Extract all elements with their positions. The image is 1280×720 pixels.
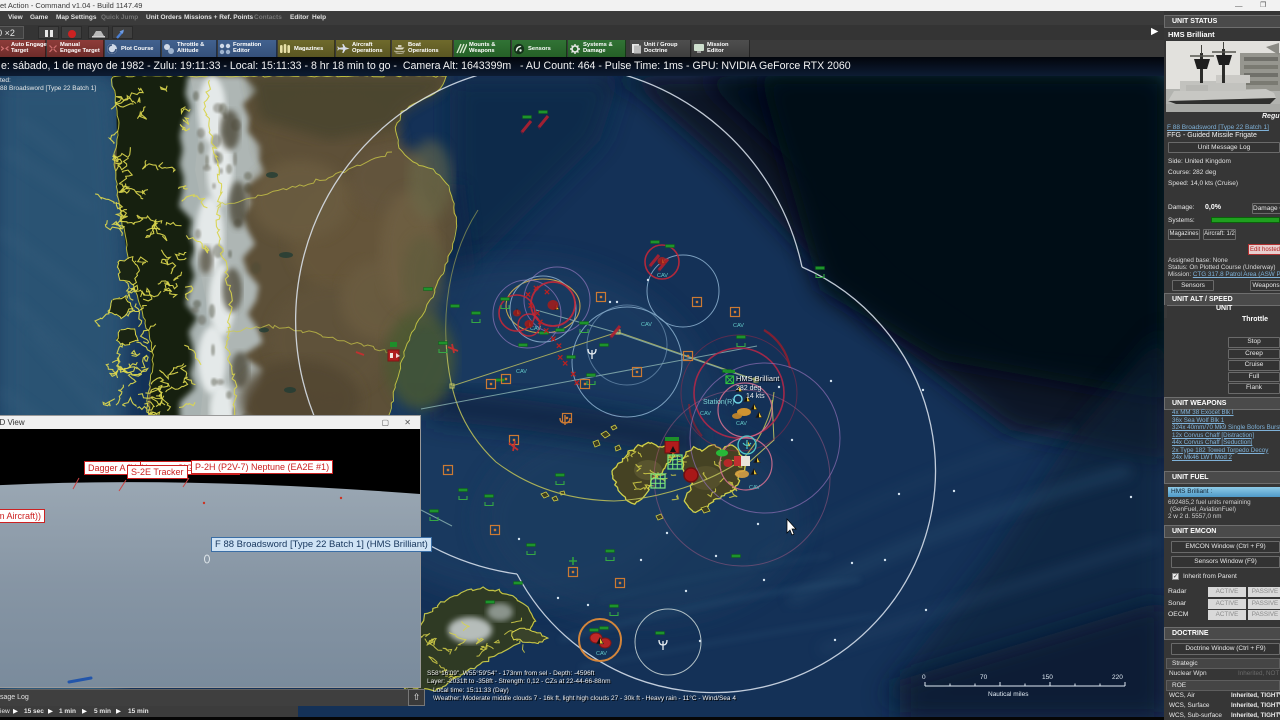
svg-text:14 kts: 14 kts bbox=[746, 393, 765, 400]
svg-text:150: 150 bbox=[1042, 674, 1053, 681]
svg-text:CAV: CAV bbox=[516, 369, 527, 375]
svg-text:0: 0 bbox=[922, 674, 926, 681]
svg-text:ted:: ted: bbox=[0, 77, 11, 84]
svg-text:CAV: CAV bbox=[700, 411, 711, 417]
svg-text:Station(R): Station(R) bbox=[703, 399, 735, 406]
svg-text:CAV: CAV bbox=[749, 485, 760, 491]
svg-text:CAV: CAV bbox=[736, 421, 747, 427]
svg-text:CAV: CAV bbox=[657, 273, 668, 279]
svg-text:CAV: CAV bbox=[596, 651, 607, 657]
svg-text:CAV: CAV bbox=[733, 323, 744, 329]
svg-text:HMS Brilliant: HMS Brilliant bbox=[736, 374, 780, 383]
svg-text:220: 220 bbox=[1112, 674, 1123, 681]
svg-text:282 deg: 282 deg bbox=[736, 385, 761, 392]
svg-text:70: 70 bbox=[980, 674, 988, 681]
svg-text:Nautical miles: Nautical miles bbox=[988, 691, 1029, 698]
svg-text:88 Broadsword [Type 22 Batch 1: 88 Broadsword [Type 22 Batch 1] bbox=[0, 85, 96, 92]
svg-text:CAV: CAV bbox=[641, 322, 652, 328]
